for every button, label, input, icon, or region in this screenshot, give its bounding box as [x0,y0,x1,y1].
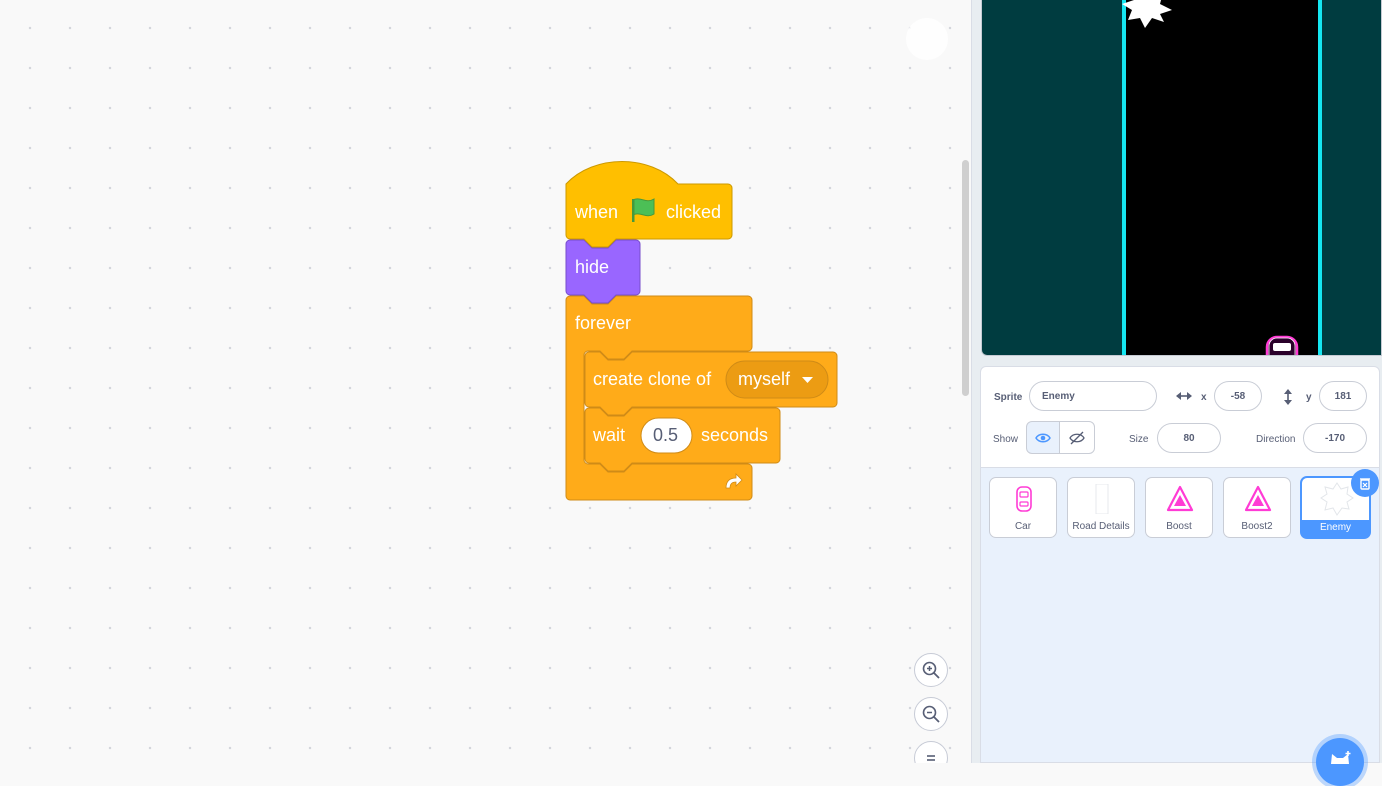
road-right-line [1318,0,1322,355]
sprite-tile-label: Car [1014,521,1032,532]
boost-triangle-icon [1244,485,1272,512]
boost-triangle-icon [1166,485,1194,512]
delete-sprite-button[interactable] [1351,469,1379,497]
car-sprite [1265,335,1299,355]
zoom-out-icon [922,705,940,723]
eye-icon [1035,433,1051,442]
show-label: Show [993,434,1019,445]
clone-target-text[interactable]: myself [738,369,790,390]
hat-when-text: when [575,202,619,222]
zoom-out-button[interactable] [914,697,948,731]
sprite-tile-label: Boost [1166,521,1192,532]
sprite-tile-car[interactable]: Car [989,477,1057,538]
direction-input[interactable]: -170 [1303,423,1367,453]
forever-text: forever [575,313,632,333]
car-icon [1016,486,1032,512]
wait-value-text[interactable]: 0.5 [653,425,678,446]
size-value: 80 [1183,432,1195,444]
y-label: y [1306,392,1312,403]
wait-unit-text: seconds [701,425,769,445]
sprite-info-panel: Sprite Enemy x -58 y 181 Show Size 80 Di… [980,366,1380,468]
y-value: 181 [1334,390,1352,402]
show-hidden-button[interactable] [1059,421,1095,454]
zoom-in-button[interactable] [914,653,948,687]
hat-clicked-text: clicked [666,202,722,222]
vertical-arrows-icon [1284,389,1292,405]
enemy-star-icon [1320,482,1354,516]
script-workspace[interactable]: when clicked hide forever create clone o… [0,0,971,763]
x-label: x [1201,392,1207,403]
stage-canvas [1122,0,1322,355]
sprite-tile-label: Boost2 [1241,521,1273,532]
eye-hidden-icon [1069,431,1085,444]
horizontal-arrows-icon [1176,392,1192,400]
cat-add-icon [1331,751,1351,764]
workspace-scrollbar[interactable] [962,160,969,396]
sprite-tile-boost[interactable]: Boost [1145,477,1213,538]
create-clone-text: create clone of [593,369,712,389]
choose-sprite-button[interactable] [1316,738,1364,786]
sprite-tile-road-details[interactable]: Road Details [1067,477,1135,538]
wait-text: wait [593,425,626,445]
direction-label: Direction [1256,434,1296,445]
zoom-in-icon [922,661,940,679]
size-label: Size [1129,434,1149,445]
sprite-tile-label: Road Details [1072,521,1130,532]
stage[interactable] [981,0,1382,356]
road-details-icon [1095,484,1109,514]
sprite-name-label: Sprite [994,392,1023,403]
trash-icon [1360,478,1370,490]
script-stack[interactable] [0,0,971,763]
sprite-tile-label: Enemy [1319,522,1352,533]
sprite-tile-boost2[interactable]: Boost2 [1223,477,1291,538]
size-input[interactable]: 80 [1157,423,1221,453]
sprite-name-input[interactable]: Enemy [1029,381,1157,411]
zoom-reset-icon [927,755,935,761]
y-input[interactable]: 181 [1319,381,1367,411]
road-left-line [1122,0,1126,355]
sprite-name-value: Enemy [1042,390,1075,402]
hide-text: hide [575,257,610,277]
show-visible-button[interactable] [1026,421,1060,454]
direction-value: -170 [1324,432,1345,444]
x-value: -58 [1230,390,1246,402]
x-input[interactable]: -58 [1214,381,1262,411]
